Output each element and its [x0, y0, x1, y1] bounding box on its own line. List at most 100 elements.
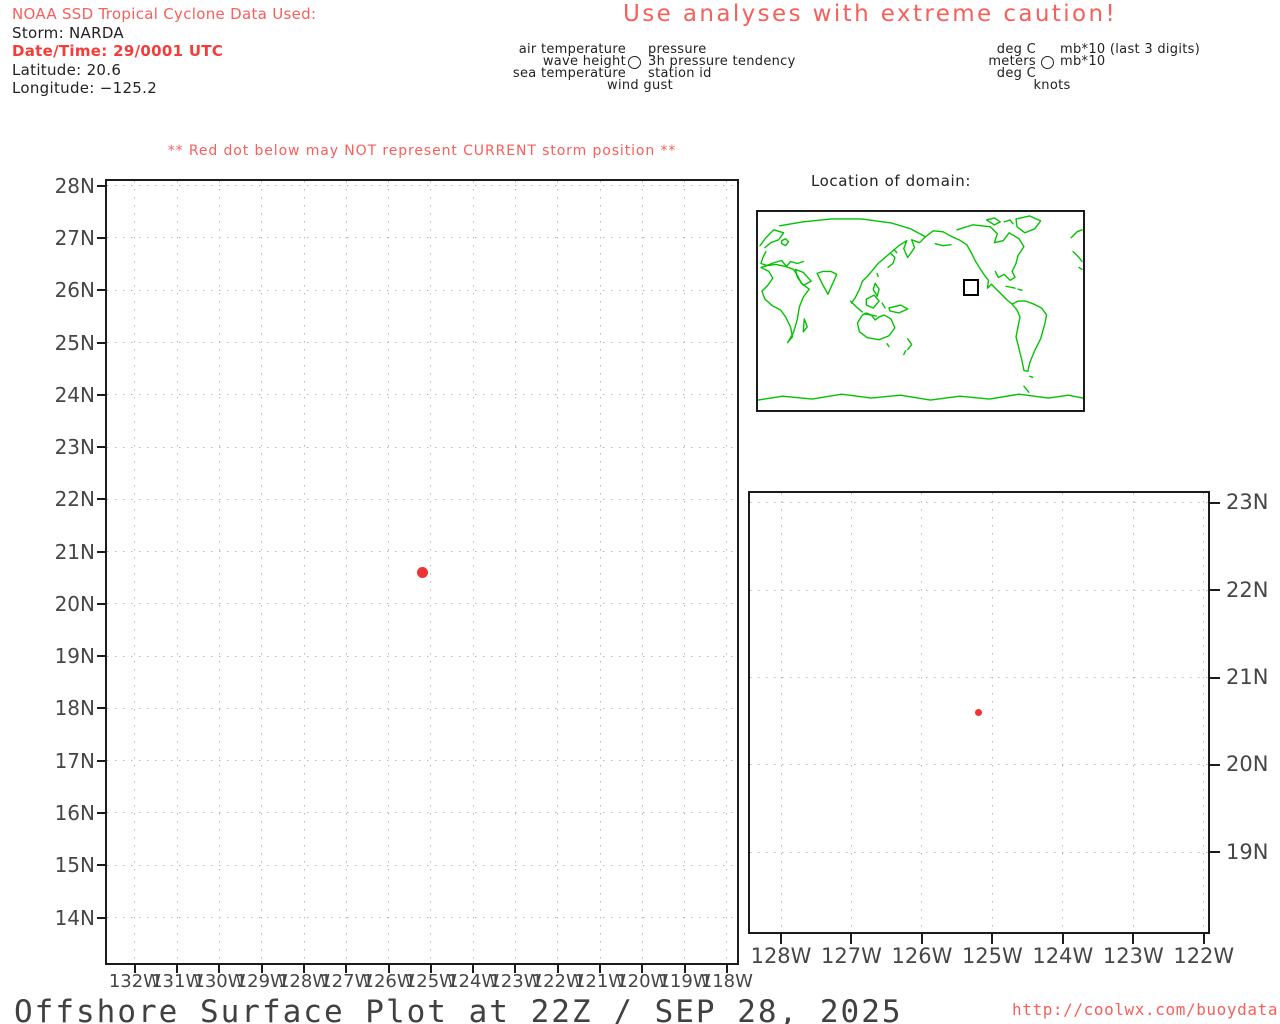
- latitude-tick-label: 15N: [54, 853, 95, 878]
- latitude-tick: [1210, 763, 1220, 766]
- grid-line-vertical: [472, 181, 474, 963]
- latitude-tick: [97, 811, 105, 814]
- world-map-inset: [756, 210, 1085, 412]
- latitude-tick: [97, 184, 105, 187]
- longitude-tick-label: 128W: [750, 944, 812, 968]
- station-model-circle-icon: [1041, 56, 1054, 69]
- caution-banner: Use analyses with extreme caution!: [623, 1, 1118, 27]
- latitude-tick: [97, 759, 105, 762]
- longitude-tick-label: 127W: [821, 944, 882, 968]
- grid-line-horizontal: [750, 589, 1208, 591]
- domain-location-rect: [963, 279, 979, 296]
- latitude-tick: [97, 446, 105, 449]
- latitude-tick-label: 24N: [54, 382, 95, 407]
- latitude-tick: [97, 289, 105, 292]
- offshore-surface-plot-page: NOAA SSD Tropical Cyclone Data Used: Sto…: [0, 0, 1280, 1024]
- storm-position-warning: ** Red dot below may NOT represent CURRE…: [167, 143, 677, 159]
- grid-line-horizontal: [107, 917, 737, 919]
- latitude-line: Latitude: 20.6: [12, 60, 122, 79]
- latitude-tick-label: 20N: [1226, 752, 1269, 777]
- legend-unit-knots: knots: [1033, 78, 1071, 93]
- latitude-tick-label: 16N: [54, 800, 95, 825]
- latitude-tick: [97, 550, 105, 553]
- latitude-tick: [1210, 676, 1220, 679]
- grid-line-vertical: [991, 493, 993, 932]
- latitude-tick: [97, 341, 105, 344]
- grid-line-vertical: [1203, 493, 1205, 932]
- legend-unit-mb: mb*10: [1060, 54, 1106, 69]
- latitude-tick-label: 22N: [54, 487, 95, 512]
- grid-line-horizontal: [107, 394, 737, 396]
- latitude-tick-label: 25N: [54, 330, 95, 355]
- grid-line-horizontal: [107, 446, 737, 448]
- grid-line-horizontal: [107, 707, 737, 709]
- grid-line-horizontal: [750, 851, 1208, 853]
- world-coastlines-graphic: [758, 215, 1083, 401]
- grid-line-vertical: [1132, 493, 1134, 932]
- longitude-tick-label: 122W: [1173, 944, 1235, 968]
- grid-line-horizontal: [107, 603, 737, 605]
- latitude-tick-label: 17N: [54, 748, 95, 773]
- storm-position: [416, 567, 428, 579]
- latitude-tick-label: 20N: [54, 591, 95, 616]
- storm-info-block: NOAA SSD Tropical Cyclone Data Used: Sto…: [12, 5, 316, 98]
- legend-wind-gust: wind gust: [607, 78, 673, 93]
- longitude-tick: [920, 934, 923, 944]
- grid-line-vertical: [430, 181, 432, 963]
- grid-line-vertical: [261, 181, 263, 963]
- longitude-tick-label: 125W: [961, 944, 1023, 968]
- datetime-line: Date/Time: 29/0001 UTC: [12, 42, 224, 60]
- longitude-tick-label: 123W: [1102, 944, 1164, 968]
- grid-line-vertical: [684, 181, 686, 963]
- grid-line-horizontal: [107, 185, 737, 187]
- grid-line-vertical: [218, 181, 220, 963]
- grid-line-vertical: [176, 181, 178, 963]
- latitude-tick-label: 14N: [54, 905, 95, 930]
- latitude-tick: [97, 707, 105, 710]
- latitude-tick-label: 18N: [54, 696, 95, 721]
- longitude-line: Longitude: −125.2: [12, 79, 158, 97]
- grid-line-vertical: [641, 181, 643, 963]
- latitude-tick: [97, 916, 105, 919]
- grid-line-vertical: [921, 493, 923, 932]
- station-model-circle-icon: [628, 56, 641, 69]
- grid-line-horizontal: [750, 502, 1208, 504]
- latitude-tick-label: 23N: [54, 435, 95, 460]
- grid-line-vertical: [514, 181, 516, 963]
- grid-line-vertical: [726, 181, 728, 963]
- longitude-tick: [1202, 934, 1205, 944]
- grid-line-horizontal: [107, 551, 737, 553]
- grid-line-vertical: [557, 181, 559, 963]
- latitude-tick-label: 26N: [54, 278, 95, 303]
- zoomed-domain-plot: 128W 127W 126W 125W 124W 123W 122W 23N 22N 21N 20N…: [748, 491, 1268, 967]
- longitude-tick-label: 126W: [891, 944, 953, 968]
- latitude-tick: [1210, 851, 1220, 854]
- grid-line-horizontal: [107, 289, 737, 291]
- grid-line-horizontal: [107, 237, 737, 239]
- grid-line-horizontal: [107, 655, 737, 657]
- latitude-tick-label: 28N: [54, 173, 95, 198]
- grid-line-horizontal: [107, 812, 737, 814]
- latitude-tick: [1210, 501, 1220, 504]
- grid-line-vertical: [1062, 493, 1064, 932]
- longitude-tick: [1132, 934, 1135, 944]
- latitude-tick-label: 19N: [1226, 839, 1269, 864]
- grid-line-vertical: [599, 181, 601, 963]
- grid-line-horizontal: [107, 864, 737, 866]
- latitude-tick: [97, 498, 105, 501]
- latitude-tick: [97, 655, 105, 658]
- grid-line-vertical: [134, 181, 136, 963]
- latitude-tick-label: 22N: [1226, 577, 1269, 602]
- latitude-tick: [97, 602, 105, 605]
- longitude-tick-label: 124W: [1032, 944, 1094, 968]
- grid-line-horizontal: [750, 677, 1208, 679]
- grid-line-vertical: [388, 181, 390, 963]
- grid-line-vertical: [345, 181, 347, 963]
- grid-line-vertical: [303, 181, 305, 963]
- source-url-link[interactable]: http://coolwx.com/buoydata: [1012, 1000, 1278, 1019]
- grid-line-horizontal: [107, 342, 737, 344]
- grid-line-horizontal: [107, 498, 737, 500]
- latitude-tick: [97, 864, 105, 867]
- longitude-tick: [1061, 934, 1064, 944]
- latitude-tick-label: 23N: [1226, 490, 1269, 515]
